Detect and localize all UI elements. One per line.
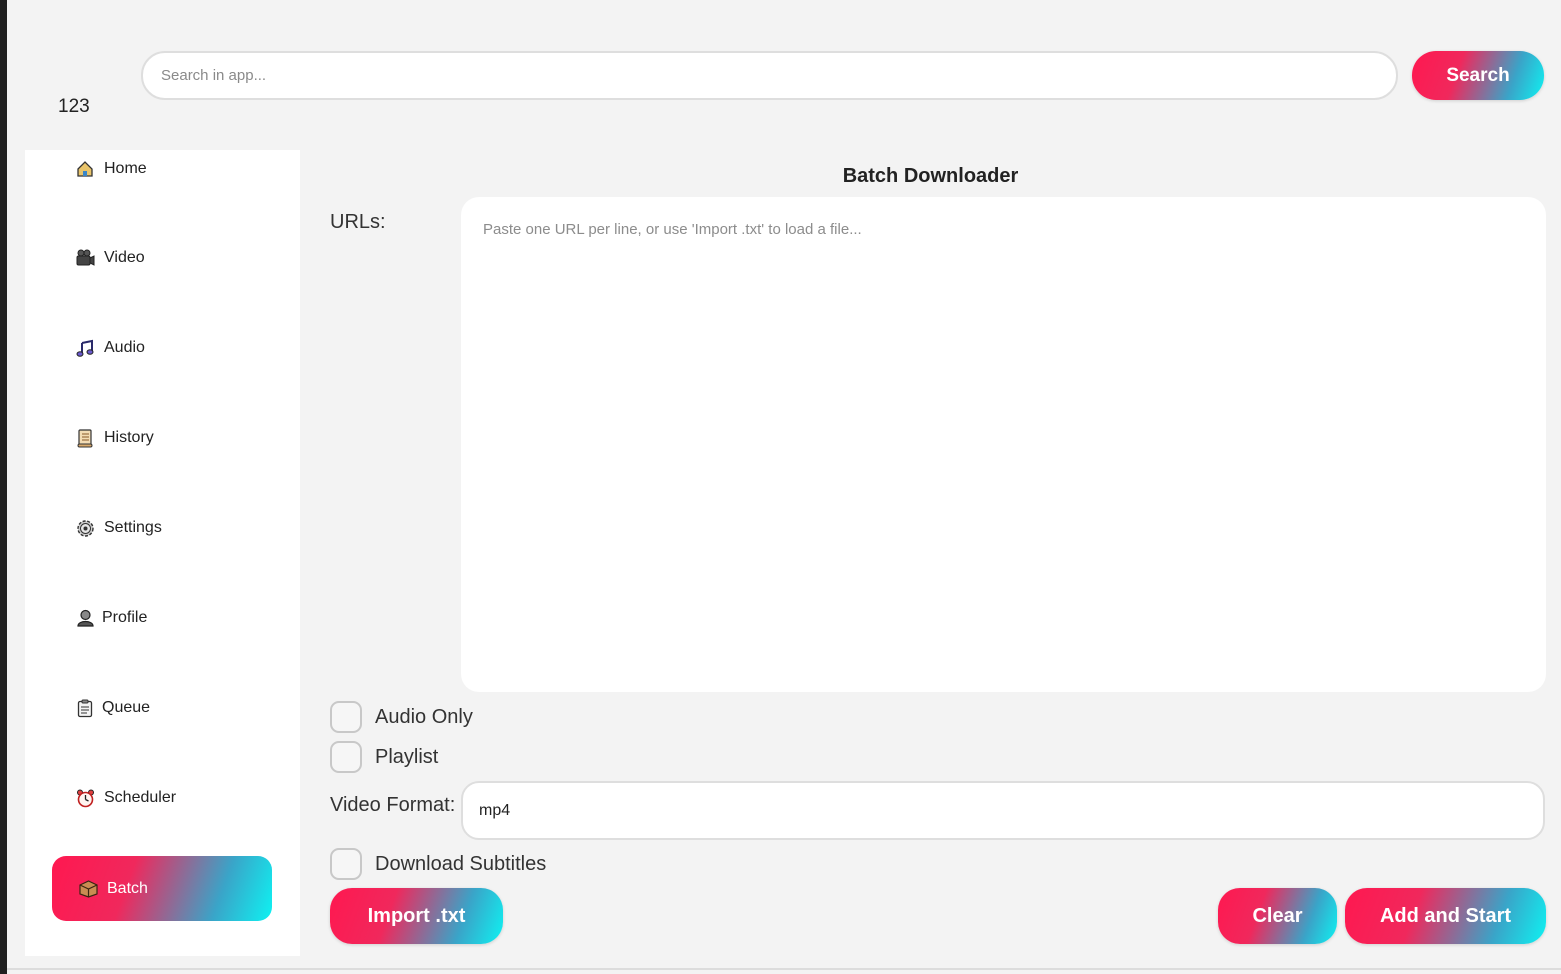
urls-label: URLs: — [330, 211, 386, 233]
checkbox-label: Audio Only — [375, 705, 473, 728]
sidebar-item-home[interactable]: Home — [75, 157, 147, 181]
sidebar: Home Video Audio History Settings Profil… — [25, 150, 300, 956]
sidebar-item-label: Settings — [104, 519, 162, 536]
sidebar-item-batch[interactable]: Batch — [52, 856, 272, 921]
sidebar-item-label: Video — [104, 249, 145, 266]
sidebar-item-label: Queue — [102, 699, 151, 716]
sidebar-item-label: History — [104, 429, 154, 446]
clipboard-icon — [75, 698, 95, 718]
playlist-checkbox[interactable]: Playlist — [330, 741, 438, 773]
film-camera-icon — [75, 248, 95, 268]
video-format-input[interactable] — [461, 781, 1545, 840]
sidebar-item-settings[interactable]: Settings — [75, 516, 162, 540]
music-note-icon — [75, 338, 95, 358]
person-icon — [75, 608, 95, 628]
video-format-label: Video Format: — [330, 794, 456, 816]
home-icon — [75, 159, 95, 179]
sidebar-item-profile[interactable]: Profile — [75, 606, 147, 630]
checkbox-label: Playlist — [375, 745, 439, 768]
download-subtitles-checkbox[interactable]: Download Subtitles — [330, 848, 546, 880]
search-input[interactable] — [141, 51, 1398, 100]
checkbox-box[interactable] — [330, 701, 362, 733]
sidebar-item-audio[interactable]: Audio — [75, 336, 145, 360]
page-title: Batch Downloader — [842, 165, 1019, 187]
checkbox-box[interactable] — [330, 741, 362, 773]
import-txt-button[interactable]: Import .txt — [330, 888, 503, 944]
search-button[interactable]: Search — [1412, 51, 1544, 100]
box-icon — [78, 879, 98, 899]
urls-textarea[interactable] — [461, 197, 1546, 692]
sidebar-item-label: Profile — [102, 609, 148, 626]
add-and-start-button[interactable]: Add and Start — [1345, 888, 1546, 944]
sidebar-item-scheduler[interactable]: Scheduler — [75, 786, 176, 810]
sidebar-item-label: Batch — [107, 879, 148, 897]
scroll-icon — [75, 428, 95, 448]
sidebar-item-history[interactable]: History — [75, 426, 154, 450]
sidebar-item-queue[interactable]: Queue — [75, 696, 150, 720]
sidebar-item-label: Home — [104, 160, 147, 177]
clear-button[interactable]: Clear — [1218, 888, 1337, 944]
app-count: 123 — [58, 96, 90, 117]
gear-icon — [75, 518, 95, 538]
window-edge — [0, 0, 7, 974]
sidebar-item-label: Audio — [104, 339, 145, 356]
sidebar-item-label: Scheduler — [104, 789, 177, 806]
alarm-clock-icon — [75, 788, 95, 808]
divider — [7, 968, 1561, 970]
sidebar-item-video[interactable]: Video — [75, 246, 145, 270]
audio-only-checkbox[interactable]: Audio Only — [330, 701, 473, 733]
checkbox-box[interactable] — [330, 848, 362, 880]
checkbox-label: Download Subtitles — [375, 852, 547, 875]
